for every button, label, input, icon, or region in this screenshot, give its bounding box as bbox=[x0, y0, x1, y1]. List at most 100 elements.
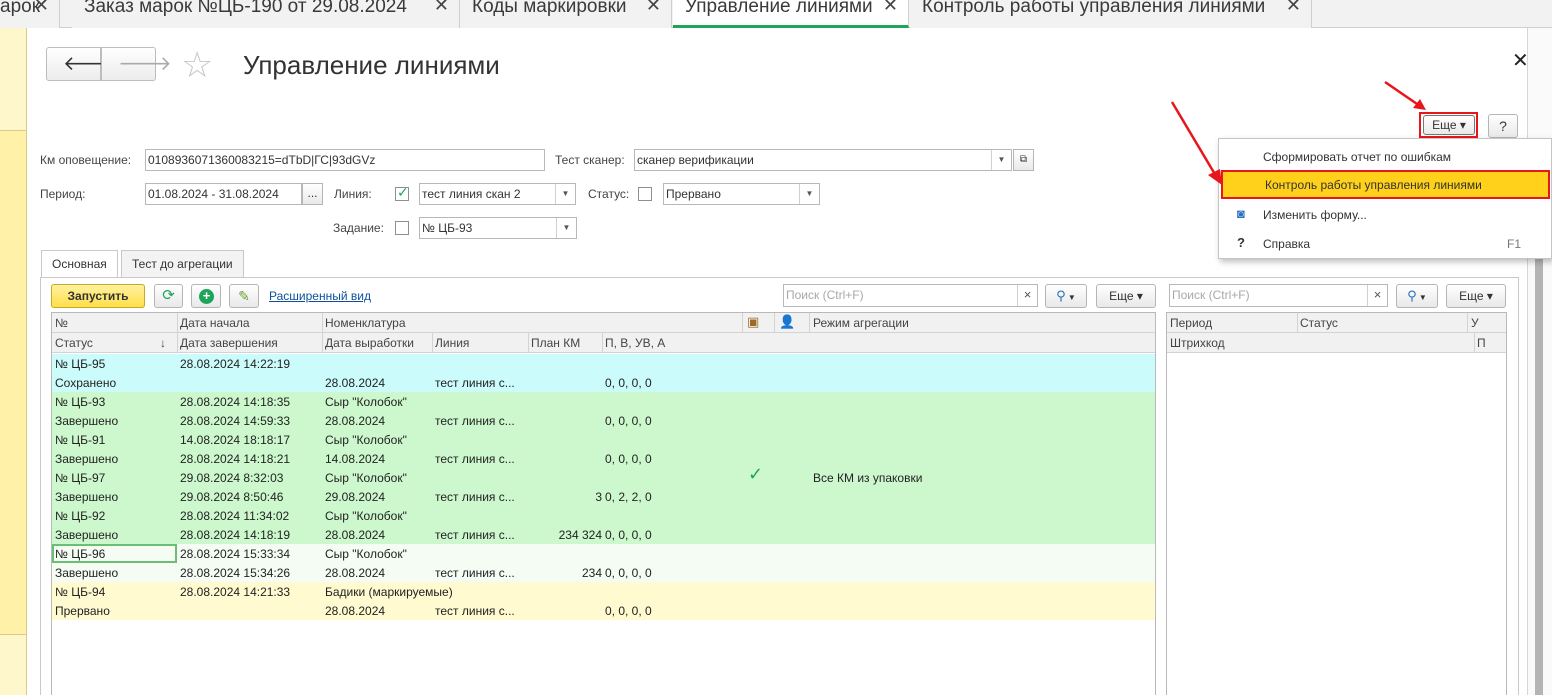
cell-pvua: 0, 0, 0, 0 bbox=[605, 414, 652, 428]
col-u[interactable]: У bbox=[1471, 316, 1479, 330]
more-button[interactable]: Еще ▾ bbox=[1423, 115, 1475, 135]
scrollbar[interactable] bbox=[1535, 258, 1543, 695]
close-icon[interactable]: ✕ bbox=[1286, 0, 1301, 14]
task-checkbox[interactable] bbox=[395, 221, 409, 235]
cell-pvua: 0, 0, 0, 0 bbox=[605, 566, 652, 580]
col-status[interactable]: Статус bbox=[1300, 316, 1338, 330]
table-row[interactable]: № ЦБ-96 28.08.2024 15:33:34 Сыр "Колобок" З… bbox=[52, 544, 1155, 582]
extended-view-link[interactable]: Расширенный вид bbox=[269, 289, 371, 303]
open-icon[interactable]: ⧉ bbox=[1013, 149, 1034, 171]
col-nomenclature[interactable]: Номенклатура bbox=[325, 316, 406, 330]
right-search-button[interactable]: ⚲ ▼ bbox=[1396, 284, 1438, 308]
tab-label: Управление линиями bbox=[685, 0, 873, 17]
chevron-down-icon[interactable]: ▼ bbox=[991, 150, 1011, 170]
tab-line-control[interactable]: Контроль работы управления линиями ✕ bbox=[910, 0, 1312, 28]
sort-down-icon: ↓ bbox=[160, 336, 166, 350]
more-dropdown-menu: Сформировать отчет по ошибкам Контроль р… bbox=[1218, 138, 1552, 259]
right-table[interactable]: Период Статус У Штрихкод П bbox=[1166, 312, 1507, 695]
table-row[interactable]: № ЦБ-94 28.08.2024 14:21:33 Бадики (маркир… bbox=[52, 582, 1155, 620]
col-barcode[interactable]: Штрихкод bbox=[1170, 336, 1225, 350]
clear-icon[interactable]: × bbox=[1367, 285, 1387, 306]
chevron-down-icon[interactable]: ▼ bbox=[556, 218, 576, 238]
forward-button[interactable]: 🡒 bbox=[101, 47, 172, 81]
chevron-down-icon[interactable]: ▼ bbox=[799, 184, 819, 204]
search-input[interactable]: Поиск (Ctrl+F) × bbox=[783, 284, 1038, 307]
close-icon[interactable]: ✕ bbox=[34, 0, 49, 14]
start-button[interactable]: Запустить bbox=[51, 284, 145, 308]
favorite-star-icon[interactable]: ☆ bbox=[181, 44, 213, 86]
period-select-button[interactable]: ... bbox=[302, 183, 323, 205]
search-button[interactable]: ⚲ ▼ bbox=[1045, 284, 1087, 308]
tab-pre-aggregation-test[interactable]: Тест до агрегации bbox=[121, 250, 244, 277]
cell-start: 28.08.2024 15:33:34 bbox=[180, 547, 291, 561]
col-pvua[interactable]: П, В, УВ, А bbox=[605, 336, 665, 350]
period-input[interactable]: 01.08.2024 - 31.08.2024 bbox=[145, 183, 302, 205]
user-icon[interactable]: 👤 bbox=[779, 314, 795, 330]
tab-marking-codes[interactable]: Коды маркировки ✕ bbox=[460, 0, 672, 28]
add-button[interactable]: + bbox=[191, 284, 221, 308]
cell-status: Завершено bbox=[55, 528, 119, 542]
cell-start: 28.08.2024 14:21:33 bbox=[180, 585, 291, 599]
cell-status: Завершено bbox=[55, 566, 119, 580]
table-row[interactable]: № ЦБ-92 28.08.2024 11:34:02 Сыр "Колобок" З… bbox=[52, 506, 1155, 544]
menu-item-line-control[interactable]: Контроль работы управления линиями bbox=[1221, 170, 1550, 199]
table-row[interactable]: № ЦБ-91 14.08.2024 18:18:17 Сыр "Колобок" З… bbox=[52, 430, 1155, 468]
col-plan-km[interactable]: План КМ bbox=[531, 336, 580, 350]
line-checkbox[interactable]: ✓ bbox=[395, 184, 409, 201]
col-production-date[interactable]: Дата выработки bbox=[325, 336, 414, 350]
search-placeholder: Поиск (Ctrl+F) bbox=[786, 288, 864, 302]
scanner-value: сканер верификации bbox=[637, 153, 754, 167]
col-end-date[interactable]: Дата завершения bbox=[180, 336, 278, 350]
tab-main[interactable]: Основная bbox=[41, 250, 118, 278]
col-start-date[interactable]: Дата начала bbox=[180, 316, 250, 330]
status-value: Прервано bbox=[666, 187, 721, 201]
tab-line-management[interactable]: Управление линиями ✕ bbox=[673, 0, 909, 28]
close-icon[interactable]: ✕ bbox=[434, 0, 449, 14]
col-aggregation-mode[interactable]: Режим агрегации bbox=[813, 316, 909, 330]
refresh-icon[interactable]: ⟳ bbox=[154, 284, 183, 308]
scanner-select[interactable]: сканер верификации ▼ bbox=[634, 149, 1012, 171]
help-button[interactable]: ? bbox=[1488, 114, 1518, 138]
menu-item-change-form[interactable]: ◙ Изменить форму... bbox=[1219, 200, 1552, 229]
cell-mode: Все КМ из упаковки bbox=[813, 471, 923, 485]
chevron-down-icon[interactable]: ▼ bbox=[555, 184, 575, 204]
col-period[interactable]: Период bbox=[1170, 316, 1212, 330]
cell-pvua: 0, 0, 0, 0 bbox=[605, 376, 652, 390]
line-select[interactable]: тест линия скан 2 ▼ bbox=[419, 183, 576, 205]
close-icon[interactable]: ✕ bbox=[1512, 48, 1529, 73]
menu-shortcut: F1 bbox=[1507, 237, 1522, 251]
box-icon[interactable]: ▣ bbox=[747, 314, 759, 330]
table-row[interactable]: № ЦБ-95 28.08.2024 14:22:19 Сохранено 28.08… bbox=[52, 354, 1155, 392]
tab-mark-order[interactable]: Заказ марок №ЦБ-190 от 29.08.2024 ✕ bbox=[72, 0, 460, 28]
line-tasks-table[interactable]: № Дата начала Номенклатура ▣ 👤 Режим агр… bbox=[51, 312, 1156, 695]
col-status[interactable]: Статус bbox=[55, 336, 93, 350]
cell-end: 28.08.2024 14:59:33 bbox=[180, 414, 291, 428]
task-select[interactable]: № ЦБ-93 ▼ bbox=[419, 217, 577, 239]
right-search-input[interactable]: Поиск (Ctrl+F) × bbox=[1169, 284, 1388, 307]
cell-made: 28.08.2024 bbox=[325, 604, 386, 618]
status-select[interactable]: Прервано ▼ bbox=[663, 183, 820, 205]
col-number[interactable]: № bbox=[55, 316, 68, 330]
menu-item-help[interactable]: ? Справка F1 bbox=[1219, 229, 1552, 258]
edit-pencil-icon[interactable]: ✎ bbox=[229, 284, 259, 308]
close-icon[interactable]: ✕ bbox=[883, 0, 898, 14]
menu-item-error-report[interactable]: Сформировать отчет по ошибкам bbox=[1219, 142, 1552, 171]
grid-more-button[interactable]: Еще ▾ bbox=[1096, 284, 1156, 308]
left-panel-section[interactable] bbox=[0, 130, 27, 635]
status-checkbox[interactable] bbox=[638, 187, 652, 201]
tab-label: Заказ марок №ЦБ-190 от 29.08.2024 bbox=[84, 0, 407, 17]
clear-icon[interactable]: × bbox=[1017, 285, 1037, 306]
table-row[interactable]: № ЦБ-93 28.08.2024 14:18:35 Сыр "Колобок" З… bbox=[52, 392, 1155, 430]
right-more-button[interactable]: Еще ▾ bbox=[1446, 284, 1506, 308]
table-header-row-2: Статус ↓ Дата завершения Дата выработки … bbox=[52, 333, 1155, 353]
tab-orders[interactable]: арок ✕ bbox=[0, 0, 60, 28]
cell-start: 29.08.2024 8:32:03 bbox=[180, 471, 284, 485]
back-button[interactable]: 🡐 bbox=[46, 47, 117, 81]
col-line[interactable]: Линия bbox=[435, 336, 469, 350]
cell-plan: 3 bbox=[595, 490, 602, 504]
table-row[interactable]: № ЦБ-97 29.08.2024 8:32:03 Сыр "Колобок" Вс… bbox=[52, 464, 1155, 506]
close-icon[interactable]: ✕ bbox=[646, 0, 661, 14]
annotation-arrow-more bbox=[1384, 80, 1426, 110]
col-p[interactable]: П bbox=[1477, 336, 1486, 350]
km-input[interactable]: 0108936071360083215=dTbD|ГС|93dGVz bbox=[145, 149, 545, 171]
